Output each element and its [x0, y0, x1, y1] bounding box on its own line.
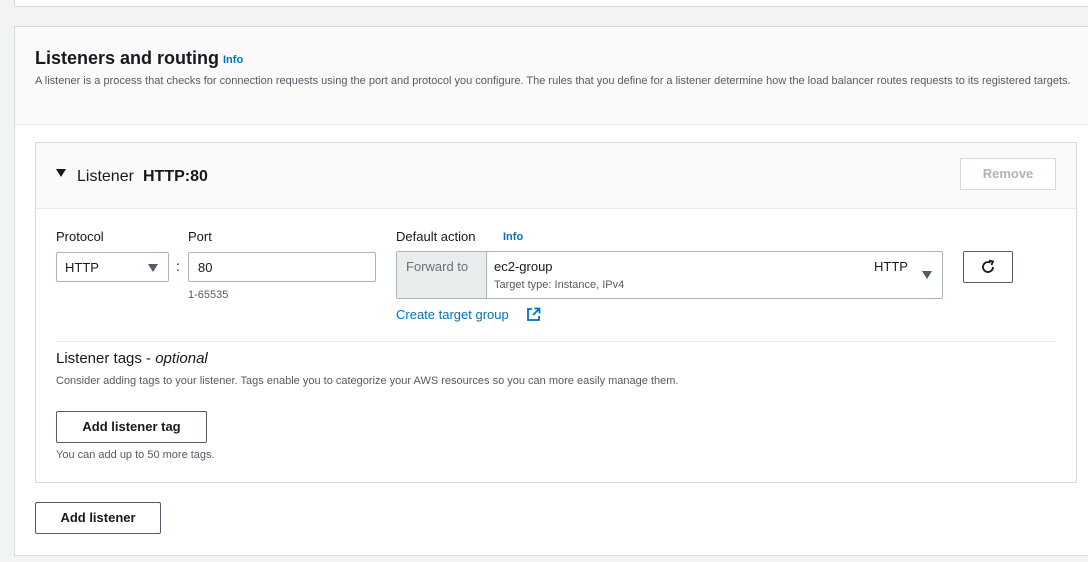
- protocol-label: Protocol: [56, 229, 104, 244]
- dropdown-arrow-icon: [148, 264, 158, 272]
- listener-tags-hint: You can add up to 50 more tags.: [56, 449, 215, 461]
- dropdown-arrow-icon: [922, 271, 932, 279]
- listener-tags-title-text: Listener tags -: [56, 350, 156, 367]
- forward-to-label: Forward to: [406, 259, 469, 274]
- add-listener-button[interactable]: Add listener: [35, 502, 161, 534]
- protocol-select[interactable]: HTTP: [56, 252, 169, 282]
- protocol-port-separator: :: [176, 258, 180, 274]
- listener-tags-title: Listener tags - optional: [56, 350, 208, 367]
- listener-header: Listener HTTP:80 Remove: [36, 143, 1076, 209]
- default-action-label: Default action: [396, 229, 476, 244]
- caret-down-icon[interactable]: [56, 169, 66, 177]
- port-label: Port: [188, 229, 212, 244]
- forward-to-addon: Forward to: [397, 252, 487, 298]
- target-group-protocol: HTTP: [874, 259, 908, 274]
- section-description: A listener is a process that checks for …: [35, 75, 1071, 87]
- listener-title-prefix: Listener: [77, 168, 134, 185]
- refresh-target-groups-button[interactable]: [963, 251, 1013, 283]
- port-input[interactable]: [188, 252, 376, 282]
- listener-tags-optional: optional: [155, 350, 208, 367]
- remove-listener-button[interactable]: Remove: [960, 158, 1056, 190]
- listener-tags-description: Consider adding tags to your listener. T…: [56, 375, 679, 387]
- add-listener-tag-button[interactable]: Add listener tag: [56, 411, 207, 443]
- listener-card: Listener HTTP:80 Remove Protocol HTTP : …: [35, 142, 1077, 483]
- previous-section-panel: [14, 0, 1088, 7]
- target-group-name: ec2-group: [494, 259, 553, 274]
- target-group-type: Target type: Instance, IPv4: [494, 279, 625, 291]
- listener-title-value: HTTP:80: [143, 168, 208, 185]
- listeners-routing-panel: Listeners and routing Info A listener is…: [14, 26, 1088, 556]
- create-target-group-link[interactable]: Create target group: [396, 307, 509, 322]
- protocol-selected-value: HTTP: [65, 260, 99, 275]
- section-title: Listeners and routing: [35, 48, 220, 68]
- section-info-link[interactable]: Info: [223, 54, 243, 66]
- default-action-info-link[interactable]: Info: [503, 231, 523, 243]
- divider: [56, 341, 1056, 342]
- refresh-icon: [982, 259, 995, 273]
- target-group-select[interactable]: Forward to ec2-group Target type: Instan…: [396, 251, 943, 299]
- external-link-icon[interactable]: [526, 307, 541, 322]
- port-range-hint: 1-65535: [188, 289, 229, 301]
- panel-header: Listeners and routing Info A listener is…: [15, 27, 1088, 125]
